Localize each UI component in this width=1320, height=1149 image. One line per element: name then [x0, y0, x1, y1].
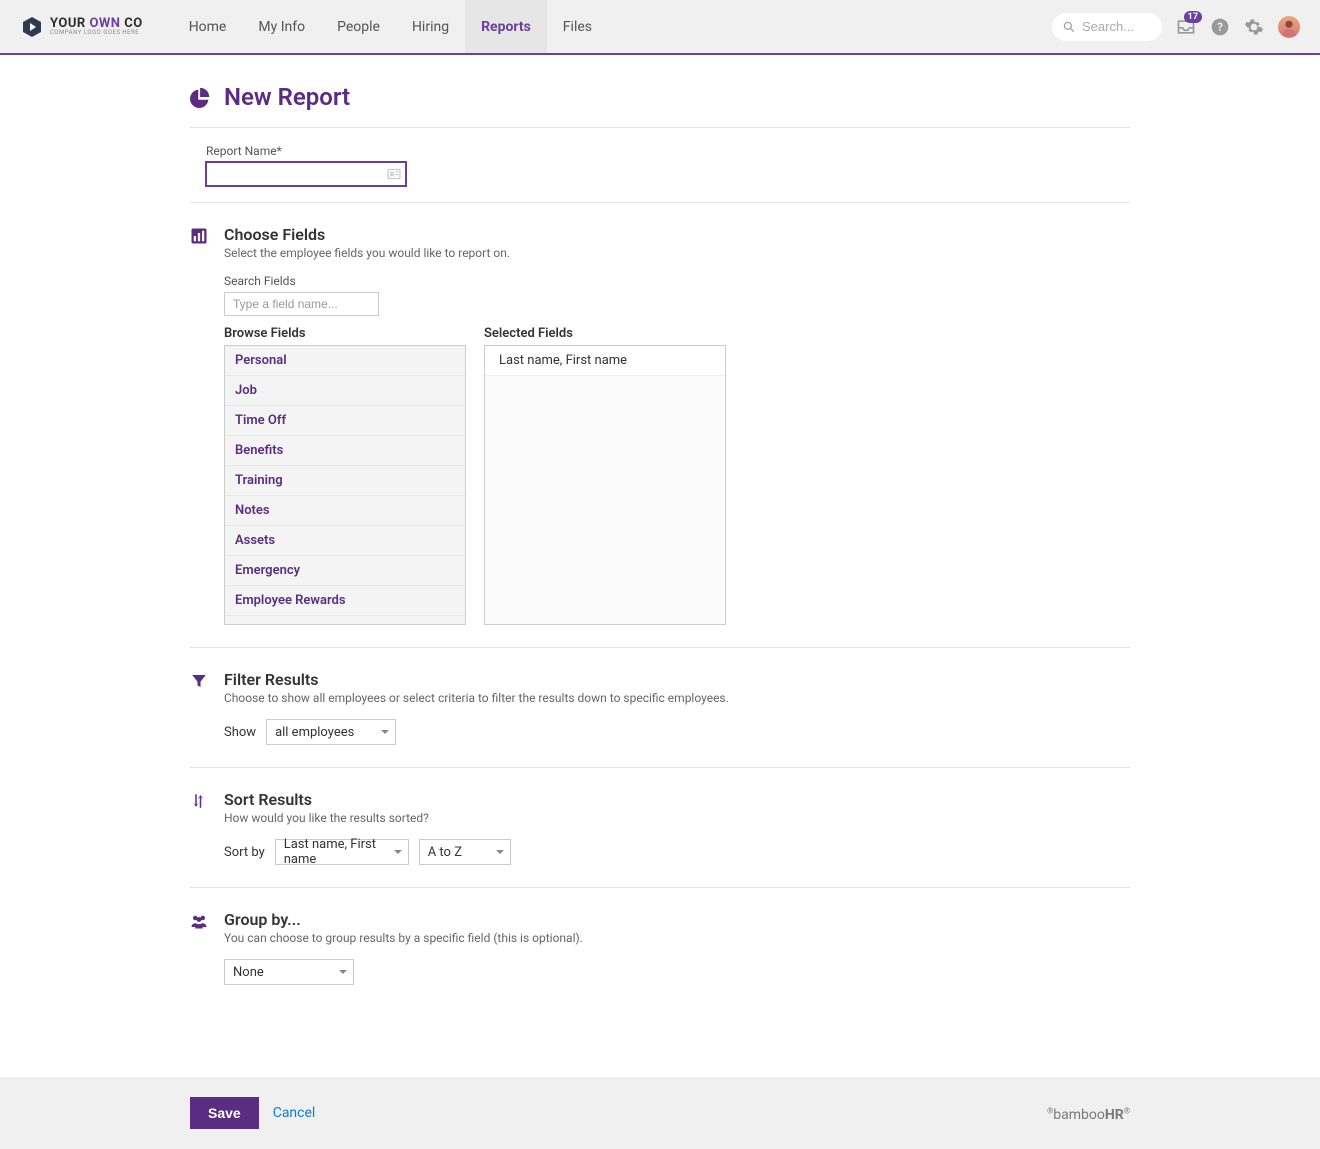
sort-title: Sort Results: [224, 790, 1130, 809]
section-choose-fields: Choose Fields Select the employee fields…: [190, 202, 1130, 647]
nav-tab-files[interactable]: Files: [547, 0, 608, 53]
logo-text: YOUR OWN CO COMPANY LOGO GOES HERE: [50, 17, 143, 36]
page-header: New Report: [190, 55, 1130, 128]
funnel-icon: [190, 670, 210, 745]
gear-icon[interactable]: [1244, 17, 1264, 37]
browse-item-rewards[interactable]: Employee Rewards: [225, 586, 465, 616]
top-navigation: YOUR OWN CO COMPANY LOGO GOES HERE Home …: [0, 0, 1320, 55]
browse-fields-label: Browse Fields: [224, 326, 466, 341]
choose-fields-subtitle: Select the employee fields you would lik…: [224, 246, 1130, 260]
show-label: Show: [224, 725, 256, 740]
sort-order-select[interactable]: A to Z: [419, 839, 511, 865]
filter-title: Filter Results: [224, 670, 1130, 689]
section-filter-results: Filter Results Choose to show all employ…: [190, 647, 1130, 767]
report-name-label: Report Name*: [206, 144, 1130, 158]
show-select[interactable]: all employees: [266, 719, 396, 745]
selected-fields-list[interactable]: Last name, First name: [484, 345, 726, 625]
page-content: New Report Report Name* Choose Fields Se…: [190, 55, 1130, 1047]
report-name-block: Report Name*: [190, 128, 1130, 202]
nav-tab-hiring[interactable]: Hiring: [396, 0, 465, 53]
people-group-icon: [190, 910, 210, 985]
browse-item-benefits[interactable]: Benefits: [225, 436, 465, 466]
nav-tab-reports[interactable]: Reports: [465, 0, 547, 53]
logo-tagline: COMPANY LOGO GOES HERE: [50, 30, 143, 36]
choose-fields-title: Choose Fields: [224, 225, 1130, 244]
save-button[interactable]: Save: [190, 1097, 259, 1129]
browse-item-notes[interactable]: Notes: [225, 496, 465, 526]
section-group-by: Group by... You can choose to group resu…: [190, 887, 1130, 1007]
search-icon: [1062, 20, 1076, 34]
selected-fields-label: Selected Fields: [484, 326, 726, 341]
brand-tm: ®: [1124, 1106, 1130, 1115]
bar-chart-icon: [190, 225, 210, 625]
browse-item-emergency[interactable]: Emergency: [225, 556, 465, 586]
brand-suffix: HR: [1105, 1107, 1124, 1123]
pie-chart-icon: [190, 86, 212, 108]
group-by-select[interactable]: None: [224, 959, 354, 985]
help-icon[interactable]: ?: [1210, 17, 1230, 37]
section-sort-results: Sort Results How would you like the resu…: [190, 767, 1130, 887]
inbox-icon[interactable]: 17: [1176, 17, 1196, 37]
bamboohr-logo: ®bambooHR®: [1047, 1104, 1130, 1123]
cancel-button[interactable]: Cancel: [273, 1105, 316, 1121]
page-footer: Save Cancel ®bambooHR®: [0, 1077, 1320, 1149]
selected-item[interactable]: Last name, First name: [485, 346, 725, 376]
browse-item-training[interactable]: Training: [225, 466, 465, 496]
group-subtitle: You can choose to group results by a spe…: [224, 931, 1130, 945]
sort-icon: [190, 790, 210, 865]
filter-subtitle: Choose to show all employees or select c…: [224, 691, 1130, 705]
browse-item-assets[interactable]: Assets: [225, 526, 465, 556]
page-title: New Report: [224, 83, 350, 111]
notification-badge: 17: [1184, 11, 1202, 23]
contact-card-icon: [386, 166, 402, 182]
browse-item-timeoff[interactable]: Time Off: [225, 406, 465, 436]
browse-fields-list[interactable]: Personal Job Time Off Benefits Training …: [224, 345, 466, 625]
browse-item-job[interactable]: Job: [225, 376, 465, 406]
nav-right: 17 ?: [1052, 13, 1300, 41]
svg-text:?: ?: [1217, 20, 1223, 34]
sort-subtitle: How would you like the results sorted?: [224, 811, 1130, 825]
sort-field-select[interactable]: Last name, First name: [275, 839, 409, 865]
nav-tabs: Home My Info People Hiring Reports Files: [173, 0, 608, 53]
user-avatar[interactable]: [1278, 16, 1300, 38]
company-logo[interactable]: YOUR OWN CO COMPANY LOGO GOES HERE: [20, 15, 143, 39]
nav-tab-home[interactable]: Home: [173, 0, 243, 53]
search-fields-label: Search Fields: [224, 274, 1130, 288]
sortby-label: Sort by: [224, 845, 265, 860]
report-name-input[interactable]: [206, 162, 406, 186]
logo-hexagon-icon: [20, 15, 44, 39]
global-search: [1052, 13, 1162, 41]
browse-item-personal[interactable]: Personal: [225, 346, 465, 376]
group-title: Group by...: [224, 910, 1130, 929]
nav-tab-people[interactable]: People: [321, 0, 396, 53]
brand-prefix: bamboo: [1053, 1107, 1105, 1123]
browse-item-funfacts[interactable]: Fun Facts: [225, 616, 465, 625]
search-fields-input[interactable]: [224, 292, 379, 316]
nav-tab-myinfo[interactable]: My Info: [242, 0, 321, 53]
